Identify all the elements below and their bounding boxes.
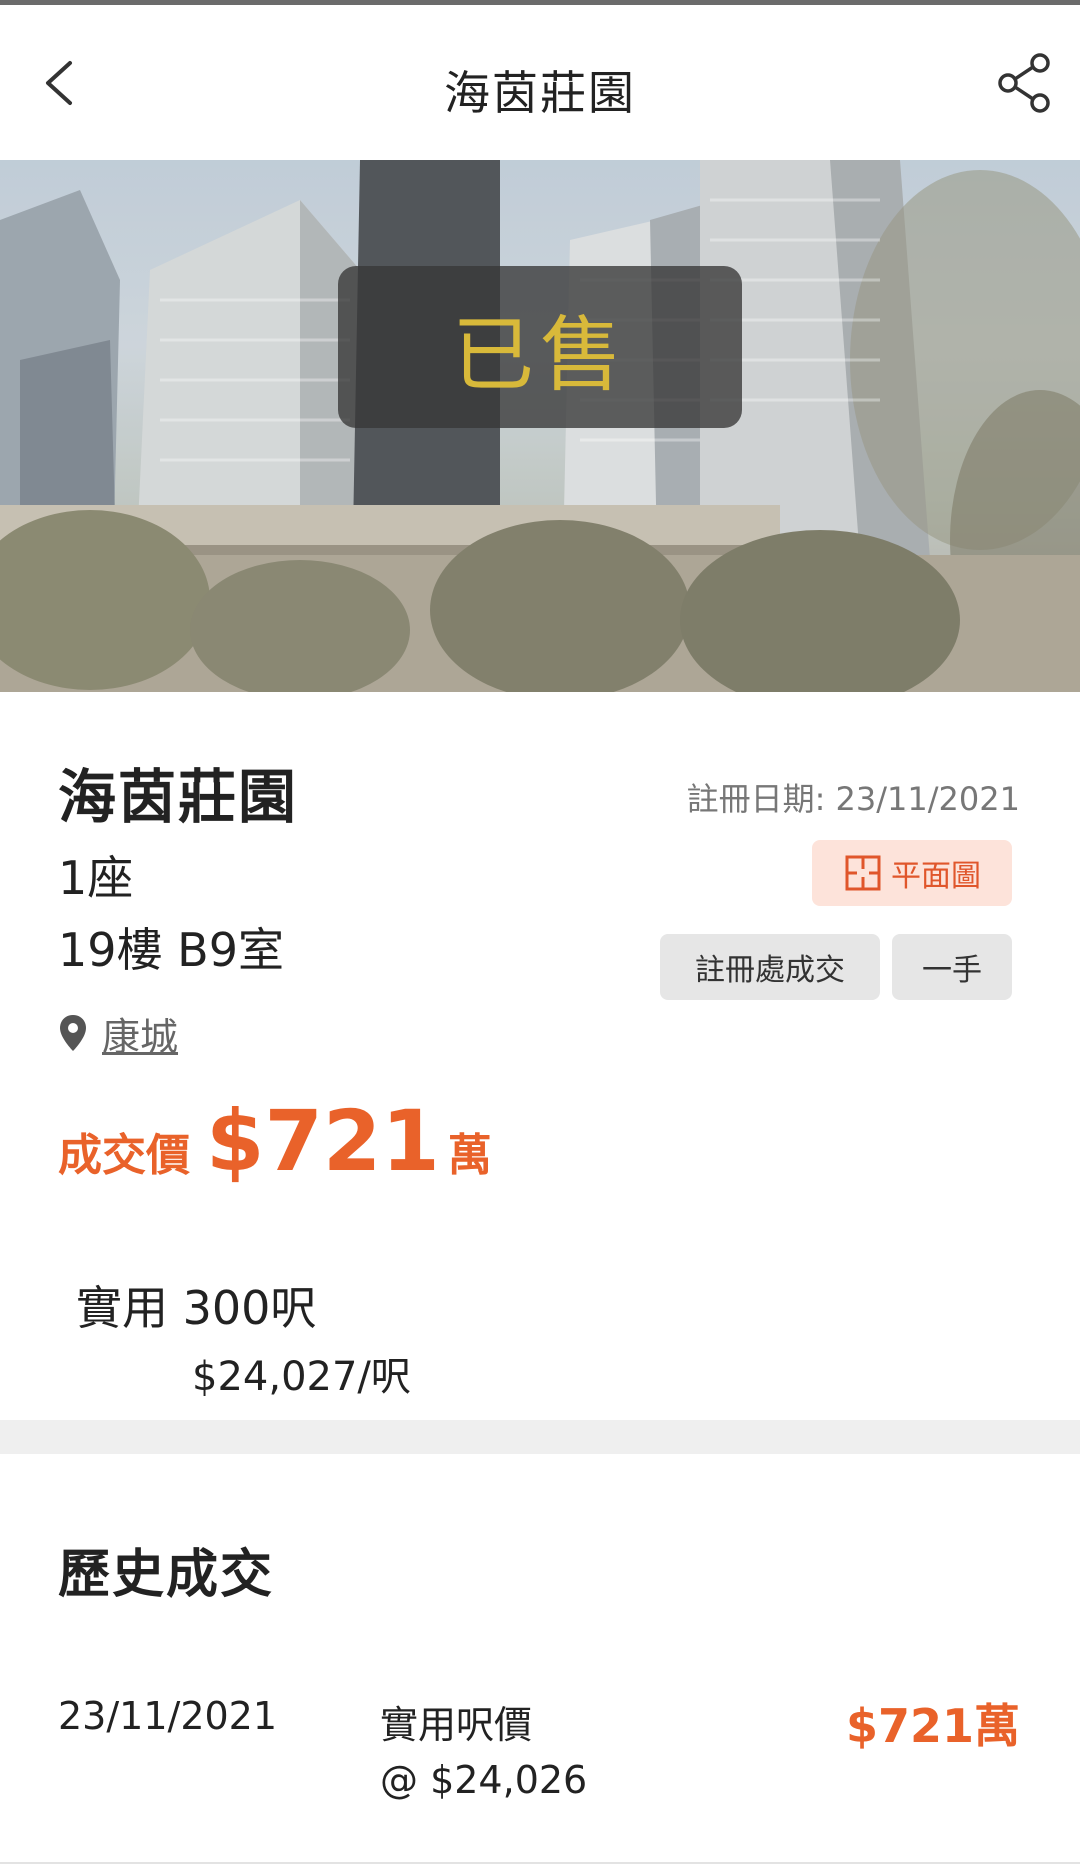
estate-name: 海茵莊園 [58,763,299,831]
bottom-divider [0,1862,1080,1864]
history-price: $721萬 [845,1699,1020,1753]
price-per-sqft: $24,027/呎 [192,1354,411,1400]
floorplan-label: 平面圖 [891,859,981,894]
floorplan-icon [845,855,881,891]
location-pin-icon [60,1015,86,1051]
sold-badge-label: 已售 [451,307,628,403]
block-label: 1座 [58,851,134,905]
listing-info: 海茵莊園 1座 19樓 B9室 註冊日期: 23/11/2021 平面圖 註冊處… [0,692,1080,1420]
saleable-area: 實用 300呎 [76,1281,317,1335]
history-psf-value: @ $24,026 [380,1758,588,1802]
page-title: 海茵莊園 [444,66,636,120]
price-label: 成交價 [58,1130,190,1181]
unit-label: 19樓 B9室 [58,923,284,977]
district-link[interactable]: 康城 [58,1008,179,1059]
history-row: 23/11/2021 實用呎價 @ $24,026 $721萬 [0,1686,1080,1816]
price-value: $721 [206,1092,440,1190]
transaction-price: 成交價 $721 萬 [58,1092,492,1190]
transaction-history: 歷史成交 23/11/2021 實用呎價 @ $24,026 $721萬 [0,1454,1080,1872]
registration-date: 註冊日期: 23/11/2021 [686,780,1020,818]
hero-image: 已售 [0,160,1080,692]
section-divider [0,1420,1080,1454]
tag-registry-transaction: 註冊處成交 [660,934,880,1000]
history-title: 歷史成交 [58,1545,275,1605]
floorplan-button[interactable]: 平面圖 [812,840,1012,906]
history-date: 23/11/2021 [58,1694,278,1738]
district-label: 康城 [102,1014,179,1059]
price-unit: 萬 [447,1130,492,1181]
share-button[interactable] [996,51,1054,115]
sold-badge: 已售 [338,266,742,428]
share-icon [998,53,1050,113]
tag-first-hand: 一手 [892,934,1012,1000]
app-header: 海茵莊園 [0,5,1080,160]
history-psf-label: 實用呎價 [380,1703,533,1747]
